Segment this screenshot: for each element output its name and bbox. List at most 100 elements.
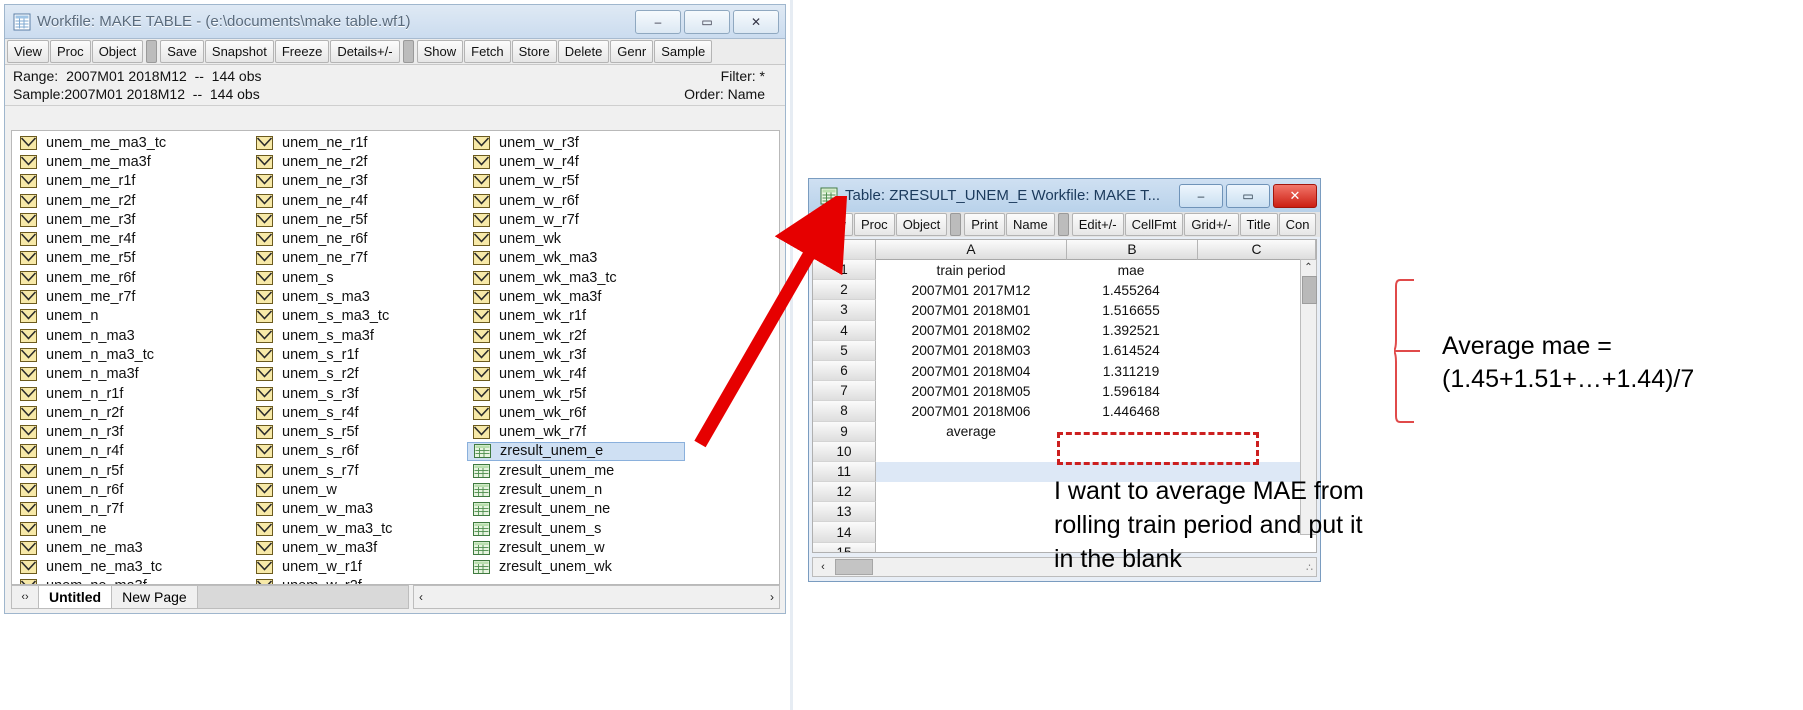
- tab-untitled[interactable]: Untitled: [39, 585, 113, 609]
- grid-cell-c[interactable]: [1196, 280, 1316, 300]
- grid-header-b[interactable]: B: [1067, 240, 1198, 260]
- grid-cell-c[interactable]: [1196, 381, 1316, 401]
- grid-cell-a[interactable]: average: [876, 422, 1066, 442]
- grid-cell-a[interactable]: 2007M01 2017M12: [876, 280, 1066, 300]
- tab-nav-arrows[interactable]: ‹ ›: [11, 585, 39, 609]
- table-print-button[interactable]: Print: [964, 213, 1005, 236]
- list-item[interactable]: unem_s_r3f: [250, 384, 500, 403]
- grid-cell-a[interactable]: [876, 482, 1066, 502]
- list-item[interactable]: zresult_unem_me: [467, 461, 717, 480]
- list-item[interactable]: unem_n_r3f: [14, 422, 264, 441]
- table-grid-button[interactable]: Grid+/-: [1184, 213, 1239, 236]
- list-item[interactable]: unem_n_ma3: [14, 326, 264, 345]
- list-item[interactable]: unem_me_ma3f: [14, 152, 264, 171]
- list-item[interactable]: unem_me_r7f: [14, 287, 264, 306]
- minimize-button[interactable]: –: [635, 9, 681, 34]
- row-number[interactable]: 12: [813, 482, 876, 503]
- list-item[interactable]: unem_n_r4f: [14, 442, 264, 461]
- horizontal-scroll-thumb[interactable]: [835, 559, 873, 575]
- list-item[interactable]: unem_ne_r7f: [250, 249, 500, 268]
- show-button[interactable]: Show: [416, 40, 464, 63]
- list-item[interactable]: unem_me_r5f: [14, 249, 264, 268]
- list-item[interactable]: unem_me_r2f: [14, 191, 264, 210]
- list-item[interactable]: unem_w_ma3_tc: [250, 519, 500, 538]
- grid-cell-a[interactable]: [876, 461, 1066, 483]
- list-item[interactable]: zresult_unem_ne: [467, 500, 717, 519]
- row-number[interactable]: 6: [813, 360, 876, 382]
- table-view-button[interactable]: View: [811, 213, 853, 236]
- table-object-button[interactable]: Object: [895, 213, 948, 236]
- list-item[interactable]: unem_n_r6f: [14, 480, 264, 499]
- grid-header-a[interactable]: A: [876, 240, 1067, 260]
- list-item[interactable]: unem_wk_ma3f: [467, 287, 717, 306]
- list-item[interactable]: unem_wk_r3f: [467, 345, 717, 364]
- grid-row[interactable]: 8 2007M01 2018M06 1.446468: [813, 401, 1316, 422]
- list-item[interactable]: unem_s_r7f: [250, 461, 500, 480]
- list-item[interactable]: unem_wk_r7f: [467, 422, 717, 441]
- list-item[interactable]: unem_ne: [14, 519, 264, 538]
- list-item[interactable]: unem_s_ma3f: [250, 326, 500, 345]
- grid-cell-b[interactable]: 1.392521: [1066, 321, 1196, 341]
- list-item[interactable]: unem_wk_ma3_tc: [467, 268, 717, 287]
- list-item[interactable]: unem_wk_r1f: [467, 307, 717, 326]
- list-item[interactable]: zresult_unem_s: [467, 519, 717, 538]
- grid-cell-a[interactable]: 2007M01 2018M04: [876, 361, 1066, 381]
- table-minimize-button[interactable]: –: [1179, 183, 1223, 208]
- grid-row[interactable]: 6 2007M01 2018M04 1.311219: [813, 360, 1316, 382]
- row-number[interactable]: 9: [813, 421, 876, 442]
- close-button[interactable]: ✕: [733, 9, 779, 34]
- list-item[interactable]: unem_s_ma3_tc: [250, 307, 500, 326]
- list-item[interactable]: unem_wk_r5f: [467, 384, 717, 403]
- list-item[interactable]: unem_s_r4f: [250, 403, 500, 422]
- grid-cell-c[interactable]: [1196, 300, 1316, 320]
- row-number[interactable]: 10: [813, 441, 876, 462]
- list-item[interactable]: unem_ne_r6f: [250, 229, 500, 248]
- table-edit-button[interactable]: Edit+/-: [1071, 213, 1124, 236]
- maximize-button[interactable]: ▭: [684, 9, 730, 34]
- grid-cell-a[interactable]: [876, 502, 1066, 522]
- scroll-left-button[interactable]: ‹: [813, 561, 833, 573]
- list-item[interactable]: unem_n_ma3_tc: [14, 345, 264, 364]
- grid-row[interactable]: 4 2007M01 2018M02 1.392521: [813, 320, 1316, 341]
- row-number[interactable]: 5: [813, 340, 876, 361]
- grid-cell-a[interactable]: 2007M01 2018M01: [876, 300, 1066, 320]
- store-button[interactable]: Store: [511, 40, 557, 63]
- list-item[interactable]: zresult_unem_w: [467, 538, 717, 557]
- list-item[interactable]: unem_s_r5f: [250, 422, 500, 441]
- grid-cell-b[interactable]: 1.516655: [1066, 300, 1196, 320]
- grid-cell-c[interactable]: [1196, 341, 1316, 361]
- scroll-left-icon[interactable]: ‹: [419, 590, 423, 604]
- grid-cell-b[interactable]: 1.311219: [1066, 361, 1196, 381]
- list-item[interactable]: unem_ne_ma3f: [14, 577, 264, 584]
- list-item[interactable]: unem_ne_r4f: [250, 191, 500, 210]
- table-name-button[interactable]: Name: [1006, 213, 1055, 236]
- list-item[interactable]: unem_s_r1f: [250, 345, 500, 364]
- grid-cell-b[interactable]: 1.596184: [1066, 381, 1196, 401]
- grid-cell-a[interactable]: 2007M01 2018M02: [876, 321, 1066, 341]
- table-title-button[interactable]: Title: [1239, 213, 1278, 236]
- sample-button[interactable]: Sample: [654, 40, 713, 63]
- list-item[interactable]: unem_w_ma3f: [250, 538, 500, 557]
- list-horizontal-scrollbar[interactable]: ‹ ›: [413, 585, 780, 609]
- grid-row[interactable]: 3 2007M01 2018M01 1.516655: [813, 300, 1316, 321]
- grid-cell-b[interactable]: mae: [1066, 260, 1196, 280]
- list-item[interactable]: unem_n_ma3f: [14, 365, 264, 384]
- grid-cell-b[interactable]: 1.455264: [1066, 280, 1196, 300]
- table-maximize-button[interactable]: ▭: [1226, 183, 1270, 208]
- grid-cell-b[interactable]: 1.446468: [1066, 401, 1196, 421]
- list-item[interactable]: unem_w_ma3: [250, 500, 500, 519]
- list-item[interactable]: unem_wk_r2f: [467, 326, 717, 345]
- list-item[interactable]: unem_w_r2f: [250, 577, 500, 584]
- row-number[interactable]: 8: [813, 401, 876, 422]
- list-item[interactable]: unem_ne_r5f: [250, 210, 500, 229]
- grid-cell-a[interactable]: train period: [876, 260, 1066, 280]
- row-number[interactable]: 11: [813, 461, 876, 483]
- list-item[interactable]: unem_w_r6f: [467, 191, 717, 210]
- save-button[interactable]: Save: [160, 40, 204, 63]
- list-item[interactable]: unem_w_r3f: [467, 133, 717, 152]
- table-cellfmt-button[interactable]: CellFmt: [1124, 213, 1184, 236]
- row-number[interactable]: 13: [813, 502, 876, 523]
- list-item[interactable]: zresult_unem_n: [467, 480, 717, 499]
- object-list[interactable]: unem_me_ma3_tc unem_me_ma3f unem_me_r1f une…: [11, 130, 780, 585]
- genr-button[interactable]: Genr: [610, 40, 654, 63]
